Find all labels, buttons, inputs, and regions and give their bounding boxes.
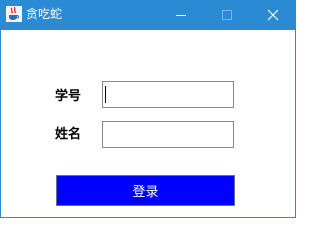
minimize-icon: [176, 15, 186, 16]
student-id-label: 学号: [55, 89, 82, 104]
name-label: 姓名: [55, 127, 82, 142]
close-icon: [267, 9, 279, 21]
student-id-input[interactable]: [102, 81, 234, 108]
minimize-button[interactable]: [158, 0, 204, 30]
maximize-icon: [222, 10, 232, 20]
window-title: 贪吃蛇: [26, 7, 63, 21]
app-window: 贪吃蛇 学号 姓名 登录: [0, 0, 296, 218]
login-button[interactable]: 登录: [56, 175, 235, 206]
close-button[interactable]: [250, 0, 296, 30]
text-caret: [105, 86, 106, 103]
name-input[interactable]: [102, 121, 234, 148]
title-bar[interactable]: 贪吃蛇: [0, 0, 296, 30]
login-panel: 学号 姓名 登录: [1, 30, 295, 217]
java-cup-icon: [6, 6, 22, 22]
maximize-button[interactable]: [204, 0, 250, 30]
